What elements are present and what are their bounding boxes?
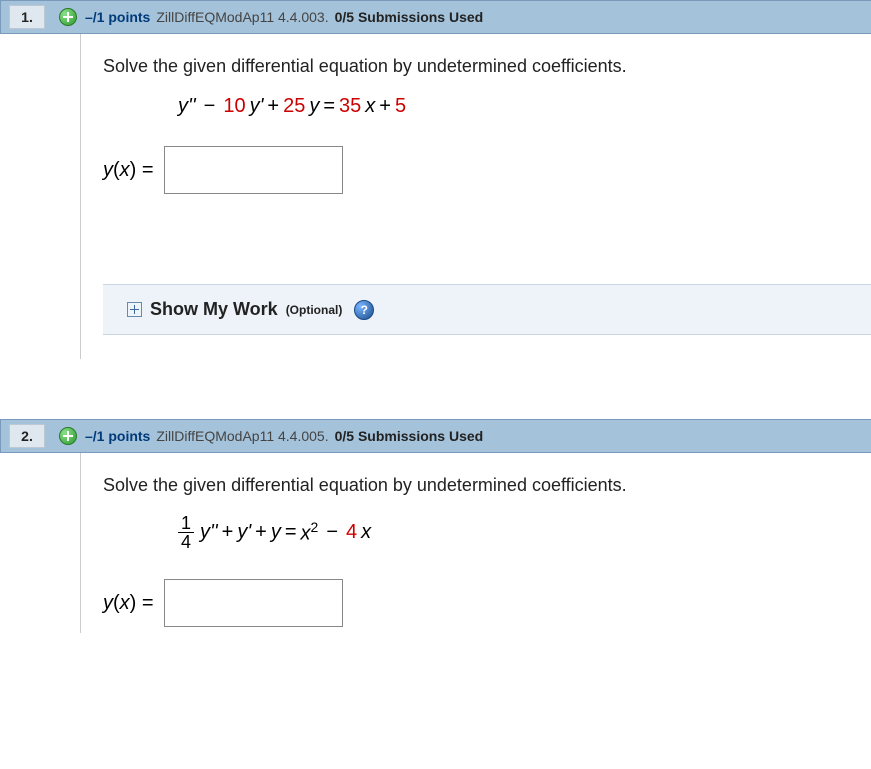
question-2: 2. –/1 points ZillDiffEQModAp11 4.4.005.…: [0, 419, 871, 633]
question-prompt: Solve the given differential equation by…: [103, 56, 871, 77]
eq-term: y'': [200, 521, 218, 544]
eq-term: y'': [178, 95, 196, 118]
eq-frac-den: 4: [178, 533, 194, 551]
question-source: ZillDiffEQModAp11 4.4.003.: [156, 9, 328, 25]
expand-icon[interactable]: [127, 302, 142, 317]
question-1: 1. –/1 points ZillDiffEQModAp11 4.4.003.…: [0, 0, 871, 359]
question-number: 1.: [9, 5, 45, 29]
submissions-used: 0/5 Submissions Used: [335, 428, 484, 444]
expand-question-icon[interactable]: [59, 8, 77, 26]
question-header: 1. –/1 points ZillDiffEQModAp11 4.4.003.…: [0, 0, 871, 34]
eq-frac-num: 1: [178, 514, 194, 533]
answer-row: y(x) =: [103, 146, 871, 194]
eq-coef: 10: [223, 95, 245, 118]
eq-term: y: [271, 521, 281, 544]
eq-op: =: [323, 95, 335, 118]
equation: 1 4 y'' + y' + y = x2 − 4x: [178, 514, 871, 551]
eq-op: +: [379, 95, 391, 118]
answer-row: y(x) =: [103, 579, 871, 627]
eq-coef: 35: [339, 95, 361, 118]
eq-term: x: [365, 95, 375, 118]
points-label[interactable]: –/1 points: [85, 9, 150, 25]
eq-term: x: [361, 521, 371, 544]
answer-label: y(x) =: [103, 592, 154, 615]
eq-term: x2: [301, 519, 319, 546]
eq-op: +: [222, 521, 234, 544]
question-number: 2.: [9, 424, 45, 448]
eq-op: −: [204, 95, 216, 118]
question-prompt: Solve the given differential equation by…: [103, 475, 871, 496]
eq-term: y': [250, 95, 264, 118]
question-body: Solve the given differential equation by…: [80, 34, 871, 359]
answer-input[interactable]: [164, 146, 343, 194]
points-label[interactable]: –/1 points: [85, 428, 150, 444]
question-source: ZillDiffEQModAp11 4.4.005.: [156, 428, 328, 444]
eq-coef: 4: [346, 521, 357, 544]
eq-op: +: [255, 521, 267, 544]
eq-term: y': [237, 521, 251, 544]
eq-op: =: [285, 521, 297, 544]
show-my-work-label: Show My Work: [150, 299, 278, 320]
help-icon[interactable]: ?: [354, 300, 374, 320]
eq-fraction: 1 4: [178, 514, 194, 551]
question-body: Solve the given differential equation by…: [80, 453, 871, 633]
eq-coef: 5: [395, 95, 406, 118]
question-header: 2. –/1 points ZillDiffEQModAp11 4.4.005.…: [0, 419, 871, 453]
equation: y'' − 10y' + 25y = 35x + 5: [178, 95, 871, 118]
show-my-work-panel[interactable]: Show My Work (Optional) ?: [103, 284, 871, 335]
answer-input[interactable]: [164, 579, 343, 627]
eq-coef: 25: [283, 95, 305, 118]
eq-op: +: [267, 95, 279, 118]
expand-question-icon[interactable]: [59, 427, 77, 445]
answer-label: y(x) =: [103, 159, 154, 182]
submissions-used: 0/5 Submissions Used: [335, 9, 484, 25]
show-my-work-optional: (Optional): [286, 303, 343, 317]
eq-term: y: [309, 95, 319, 118]
eq-op: −: [326, 521, 338, 544]
